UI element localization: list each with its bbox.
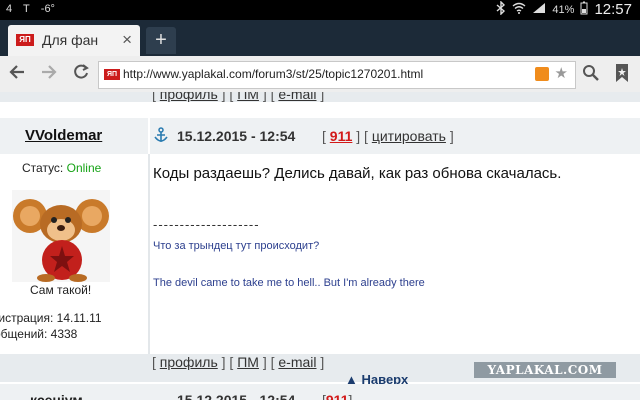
sim-icon: 4 — [6, 3, 13, 15]
site-watermark: YAPLAKAL.COM — [474, 362, 616, 378]
status-notifications: 4 T -6° — [6, 3, 63, 15]
tab-title: Для фан — [42, 32, 99, 48]
email-link[interactable]: e-mail — [278, 92, 316, 102]
star-icon[interactable]: ★ — [555, 64, 568, 82]
back-icon[interactable] — [8, 62, 26, 88]
user-info: Статус: Online Сам такой! гистрация: 14.… — [0, 154, 148, 354]
pm-link[interactable]: ПМ — [237, 354, 259, 370]
reload-icon[interactable] — [72, 62, 90, 88]
site-favicon-icon: ЯП — [16, 34, 34, 46]
wifi-icon — [512, 2, 526, 17]
bookmarks-icon[interactable] — [614, 63, 630, 88]
registration-date: гистрация: 14.11.11 — [0, 311, 102, 325]
pm-link[interactable]: ПМ — [237, 92, 259, 102]
toolbar: ЯП http://www.yaplakal.com/forum3/st/25/… — [0, 56, 640, 93]
battery-icon — [580, 1, 588, 18]
url-text[interactable]: http://www.yaplakal.com/forum3/st/25/top… — [123, 67, 423, 81]
forward-icon[interactable] — [40, 62, 58, 88]
author-name[interactable]: VVoldemar — [25, 127, 102, 144]
signature-line: Что за трындец тут происходит? — [153, 240, 320, 252]
battery-text: 41% — [552, 3, 575, 16]
temperature-text: -6° — [40, 3, 55, 15]
active-tab[interactable]: ЯП Для фан × — [8, 25, 140, 56]
post-number[interactable]: 911 — [330, 128, 353, 144]
search-icon[interactable] — [582, 63, 600, 88]
author-name[interactable]: ксеніум — [30, 392, 83, 400]
profile-link[interactable]: профиль — [160, 354, 218, 370]
post-header: 15.12.2015 - 12:54 [ 911 ] [ цитировать … — [150, 118, 640, 154]
bluetooth-icon — [496, 0, 506, 18]
avatar-caption: Сам такой! — [30, 283, 92, 297]
previous-post-links: [ профиль ] [ ПМ ] [ e-mail ] — [0, 92, 640, 102]
carrier-icon: T — [22, 3, 30, 15]
post-date: 15.12.2015 - 12:54 — [177, 392, 296, 400]
new-tab-button[interactable]: + — [146, 27, 176, 54]
status-bar: 4 T -6° 41% 12:57 — [0, 0, 640, 20]
online-badge: Online — [66, 161, 102, 175]
signal-icon — [532, 2, 546, 17]
signature-separator: -------------------- — [153, 217, 260, 232]
url-favicon-icon: ЯП — [104, 69, 120, 80]
tab-strip: ЯП Для фан × + — [0, 20, 640, 56]
quote-button[interactable]: цитировать — [372, 128, 446, 144]
post-date: 15.12.2015 - 12:54 — [177, 128, 296, 144]
post-body: Коды раздаешь? Делись давай, как раз обн… — [150, 154, 640, 354]
user-status: Статус: Online — [22, 161, 102, 175]
next-post-header: ксеніум 15.12.2015 - 12:54 [911] — [0, 384, 640, 400]
rss-icon[interactable] — [535, 67, 549, 81]
post-actions: [ 911 ] [ цитировать ] — [322, 128, 454, 144]
post-number[interactable]: [911] — [322, 392, 352, 400]
post-text: Коды раздаешь? Делись давай, как раз обн… — [153, 165, 562, 182]
address-input[interactable]: ЯП http://www.yaplakal.com/forum3/st/25/… — [98, 61, 576, 89]
signature-line: The devil came to take me to hell.. But … — [153, 277, 425, 289]
clock: 12:57 — [594, 1, 632, 18]
message-count: общений: 4338 — [0, 327, 78, 341]
status-system: 41% 12:57 — [496, 0, 632, 18]
profile-link[interactable]: профиль — [160, 92, 218, 102]
anchor-icon[interactable] — [153, 127, 169, 148]
email-link[interactable]: e-mail — [278, 354, 316, 370]
avatar[interactable] — [12, 190, 110, 282]
tab-close-icon[interactable]: × — [122, 30, 132, 50]
post-author-cell: VVoldemar — [0, 118, 148, 154]
